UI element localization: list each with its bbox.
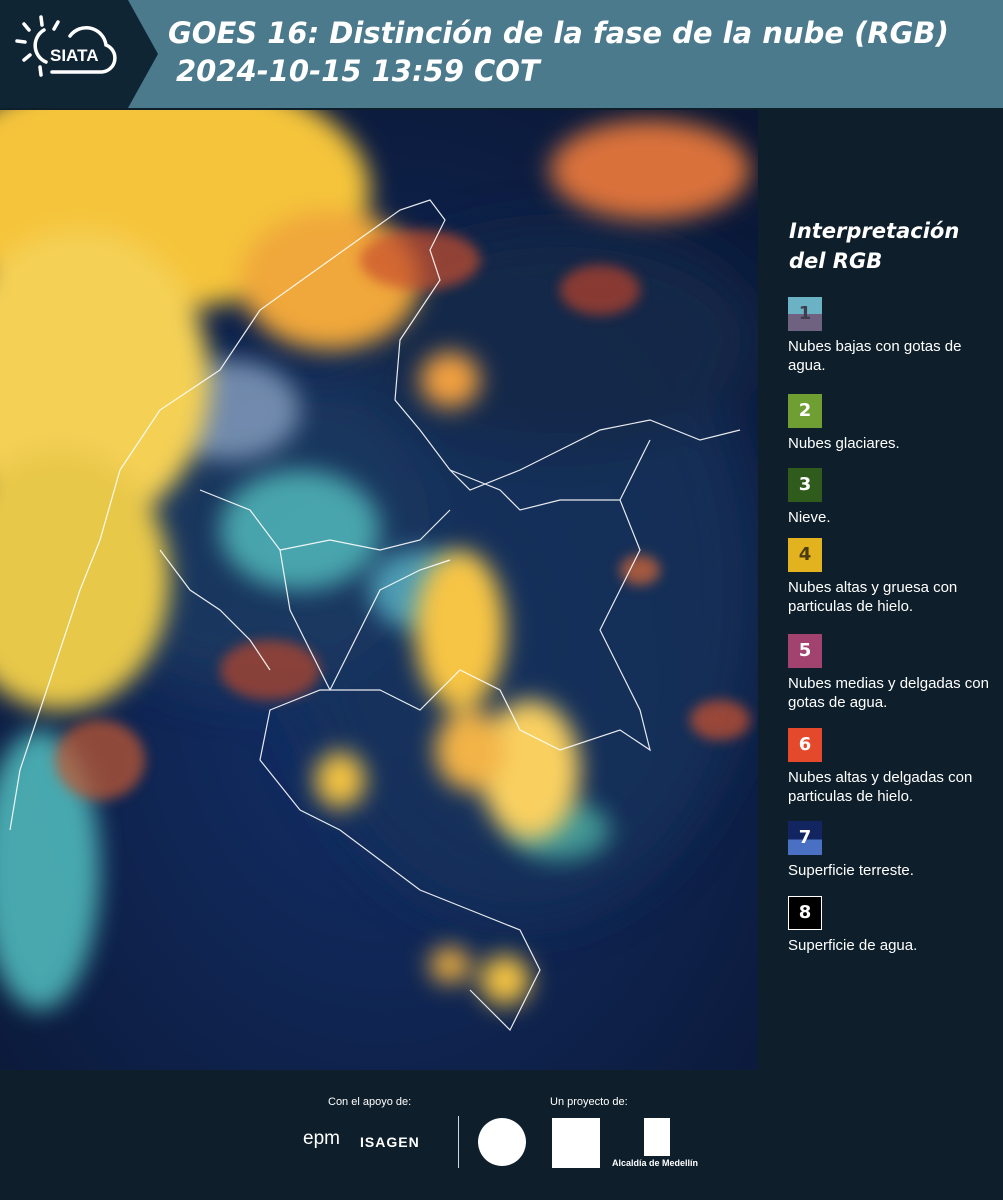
isagen-logo: ISAGEN (360, 1134, 420, 1150)
support-label: Con el apoyo de: (328, 1096, 412, 1108)
legend-swatch-6: 6 (788, 728, 822, 762)
legend-swatch-2: 2 (788, 394, 822, 428)
legend-num-7: 7 (798, 827, 812, 848)
legend-label-7: Superficie terreste. (788, 862, 914, 879)
epm-logo: epm (303, 1128, 340, 1149)
legend-num-1: 1 (798, 303, 812, 324)
legend-label-5: Nubes medias y delgadas con gotas de agu… (788, 675, 989, 711)
title-line-2: 2024-10-15 13:59 COT (176, 54, 540, 88)
legend-title-line-1: Interpretación (789, 219, 960, 243)
legend-label-2: Nubes glaciares. (788, 435, 900, 452)
legend-num-8: 8 (798, 902, 812, 923)
legend-label-3: Nieve. (788, 509, 831, 526)
logo-arrow (128, 0, 158, 108)
legend-item-5: 5 Nubes medias y delgadas con gotas de a… (788, 634, 998, 712)
alcaldia-crest-icon (644, 1118, 670, 1156)
title-line-1: GOES 16: Distinción de la fase de la nub… (168, 16, 949, 50)
legend-label-4: Nubes altas y gruesa con particulas de h… (788, 579, 958, 615)
footer-divider (458, 1116, 459, 1168)
area-metropolitana-logo (552, 1118, 600, 1168)
footer: Con el apoyo de: Un proyecto de: epm ISA… (0, 1070, 1003, 1200)
project-label: Un proyecto de: (550, 1096, 628, 1108)
legend-swatch-4: 4 (788, 538, 822, 572)
legend-item-4: 4 Nubes altas y gruesa con particulas de… (788, 538, 998, 616)
rgb-composite-map (0, 110, 758, 1070)
alcaldia-label: Alcaldía de Medellín (612, 1158, 699, 1168)
legend-swatch-3: 3 (788, 468, 822, 502)
satellite-image (0, 110, 758, 1070)
siata-logo: SIATA (0, 0, 128, 108)
legend-swatch-5: 5 (788, 634, 822, 668)
legend-swatch-8: 8 (788, 896, 822, 930)
legend-num-2: 2 (798, 400, 812, 421)
legend-item-3: 3 Nieve. (788, 468, 998, 527)
legend-item-8: 8 Superficie de agua. (788, 896, 998, 955)
legend-num-6: 6 (798, 734, 812, 755)
legend-label-1: Nubes bajas con gotas de agua. (788, 338, 962, 374)
legend-num-5: 5 (798, 640, 812, 661)
logo-text: SIATA (50, 46, 98, 65)
legend-item-2: 2 Nubes glaciares. (788, 394, 998, 453)
legend-swatch-1: 1 (788, 297, 822, 331)
legend-title: Interpretación del RGB (789, 216, 959, 276)
legend-title-line-2: del RGB (789, 249, 883, 273)
legend-swatch-7: 7 (788, 821, 822, 855)
legend-label-8: Superficie de agua. (788, 937, 918, 954)
government-seal-icon (478, 1118, 526, 1166)
header-bar: SIATA GOES 16: Distinción de la fase de … (0, 0, 1003, 108)
page-title: GOES 16: Distinción de la fase de la nub… (168, 14, 949, 90)
legend-item-7: 7 Superficie terreste. (788, 821, 998, 880)
legend-item-1: 1 Nubes bajas con gotas de agua. (788, 297, 998, 375)
legend-num-3: 3 (798, 474, 812, 495)
legend-num-4: 4 (798, 544, 812, 565)
legend-panel: Interpretación del RGB 1 Nubes bajas con… (776, 110, 998, 1070)
sun-cloud-icon: SIATA (15, 15, 117, 77)
legend-item-6: 6 Nubes altas y delgadas con particulas … (788, 728, 998, 806)
legend-label-6: Nubes altas y delgadas con particulas de… (788, 769, 973, 805)
